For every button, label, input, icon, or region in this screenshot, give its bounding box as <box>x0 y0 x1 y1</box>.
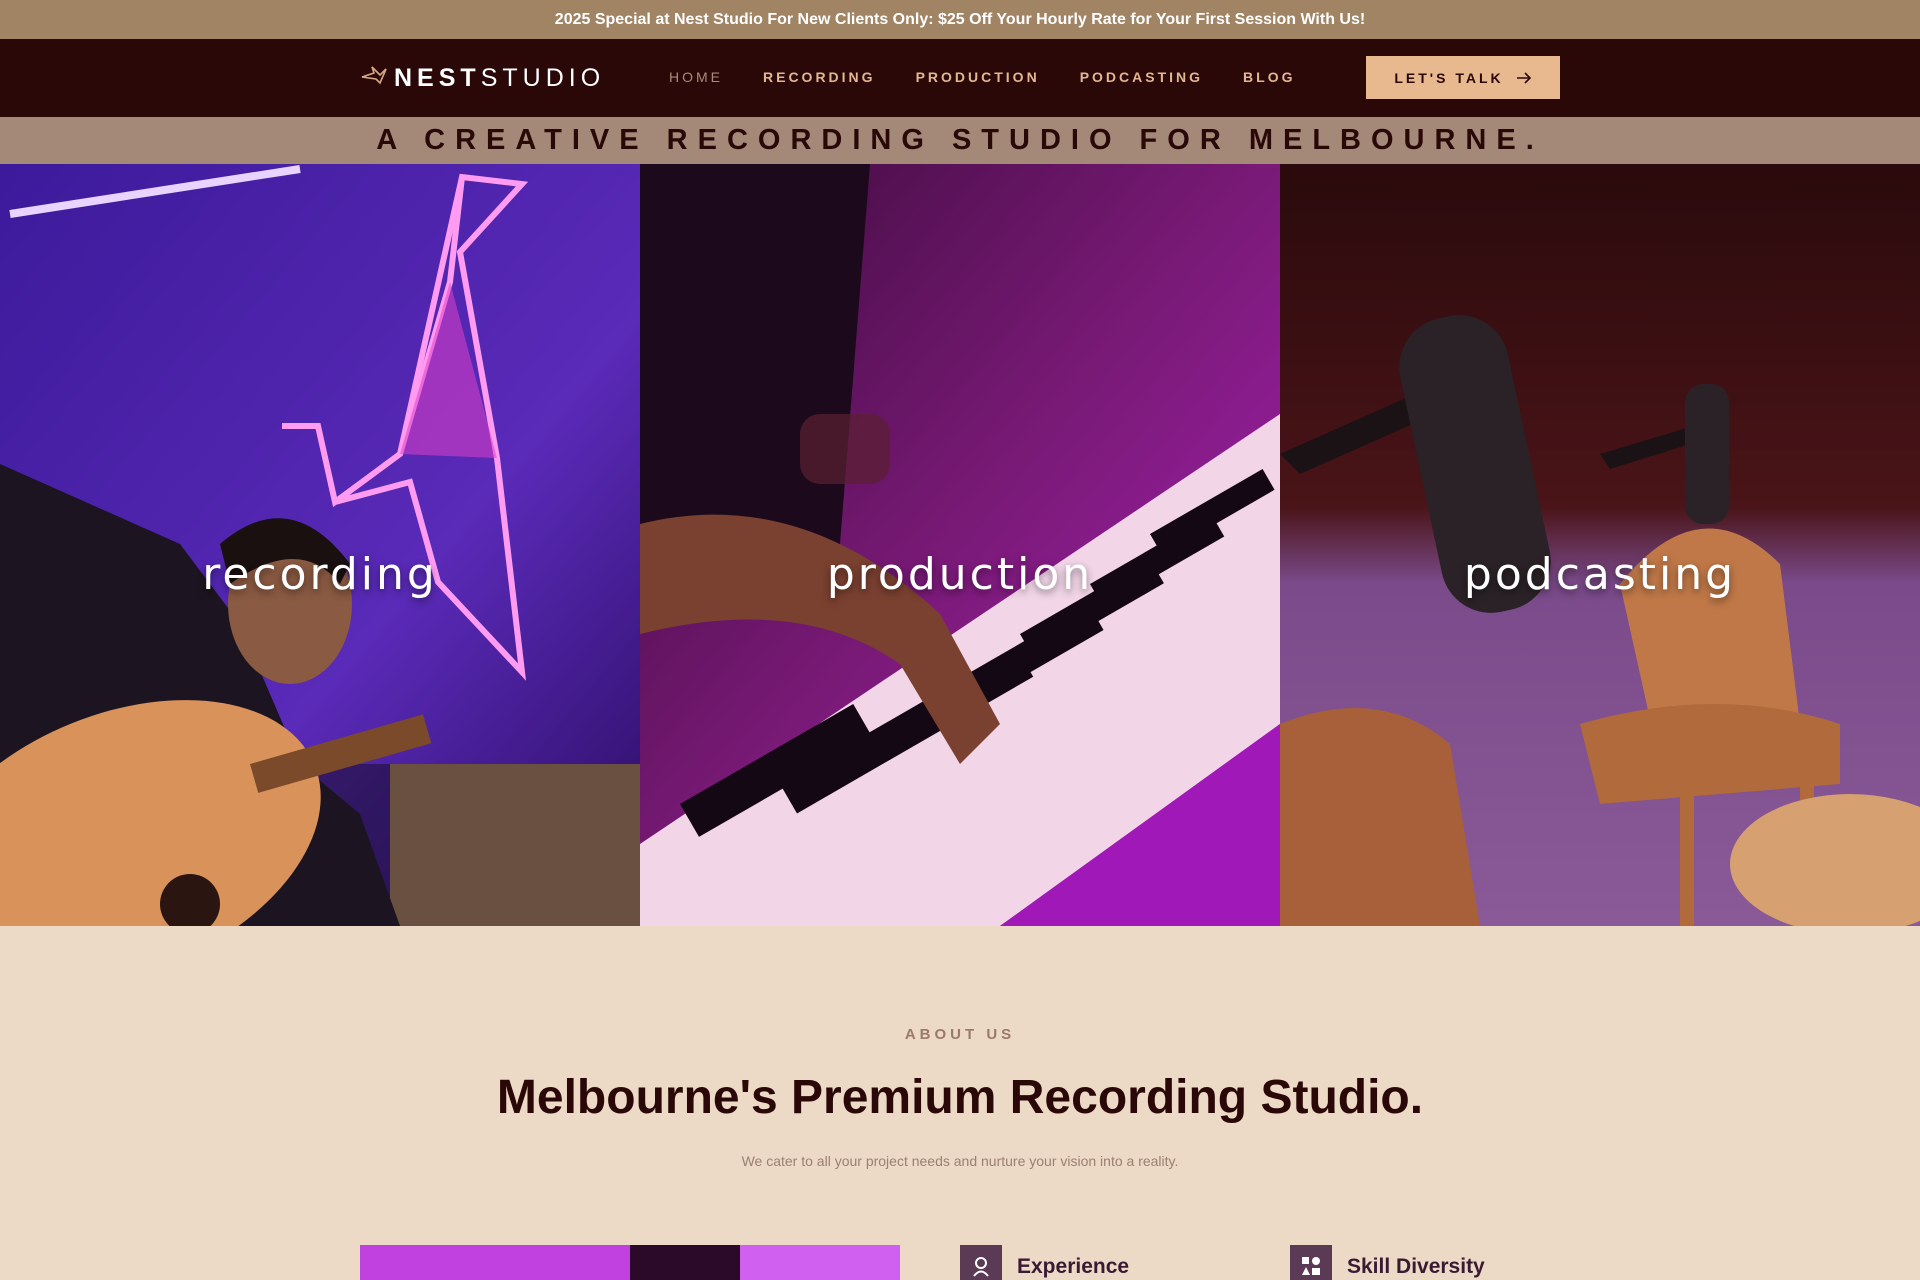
about-eyebrow: ABOUT US <box>904 1026 1016 1043</box>
promo-banner: 2025 Special at Nest Studio For New Clie… <box>0 0 1920 39</box>
about-studio-photo <box>360 1245 900 1280</box>
logo-text-nest: NEST <box>394 63 481 92</box>
lets-talk-button[interactable]: LET'S TALK <box>1366 56 1560 99</box>
nav-production[interactable]: PRODUCTION <box>916 69 1040 85</box>
panel-label-recording: recording <box>202 549 438 600</box>
main-menu: HOME RECORDING PRODUCTION PODCASTING BLO… <box>669 69 1335 85</box>
guitarist-photo <box>0 164 640 926</box>
feature-experience: Experience <box>960 1245 1129 1280</box>
nav-podcasting[interactable]: PODCASTING <box>1080 69 1203 85</box>
tagline-text: A CREATIVE RECORDING STUDIO FOR MELBOURN… <box>376 124 1544 156</box>
top-navigation: NEST STUDIO HOME RECORDING PRODUCTION PO… <box>0 39 1920 117</box>
promo-text: 2025 Special at Nest Studio For New Clie… <box>554 10 1366 28</box>
feature-skill-diversity: Skill Diversity <box>1290 1245 1485 1280</box>
hero-service-panels: recording production podcasting <box>0 164 1920 926</box>
panel-podcasting[interactable]: podcasting <box>1280 164 1920 926</box>
site-logo[interactable]: NEST STUDIO <box>360 61 605 95</box>
panel-recording[interactable]: recording <box>0 164 640 926</box>
about-heading: Melbourne's Premium Recording Studio. <box>496 1071 1424 1124</box>
nav-blog[interactable]: BLOG <box>1243 69 1295 85</box>
lets-talk-label: LET'S TALK <box>1394 69 1504 86</box>
person-award-icon <box>960 1245 1002 1280</box>
studio-photo-strip <box>360 1245 900 1280</box>
about-subtitle: We cater to all your project needs and n… <box>741 1153 1179 1169</box>
nav-recording[interactable]: RECORDING <box>763 69 876 85</box>
bird-logo-icon <box>361 66 387 85</box>
panel-label-podcasting: podcasting <box>1463 549 1737 600</box>
panel-label-production: production <box>826 549 1094 600</box>
tagline-banner: A CREATIVE RECORDING STUDIO FOR MELBOURN… <box>0 117 1920 164</box>
feature-title-skill-diversity: Skill Diversity <box>1347 1255 1485 1278</box>
logo-text-studio: STUDIO <box>480 63 606 92</box>
keyboard-photo <box>640 164 1280 926</box>
arrow-right-icon <box>1516 71 1531 84</box>
nav-home[interactable]: HOME <box>669 69 723 85</box>
skills-grid-icon <box>1290 1245 1332 1280</box>
feature-title-experience: Experience <box>1017 1255 1130 1278</box>
microphones-photo <box>1280 164 1920 926</box>
panel-production[interactable]: production <box>640 164 1280 926</box>
